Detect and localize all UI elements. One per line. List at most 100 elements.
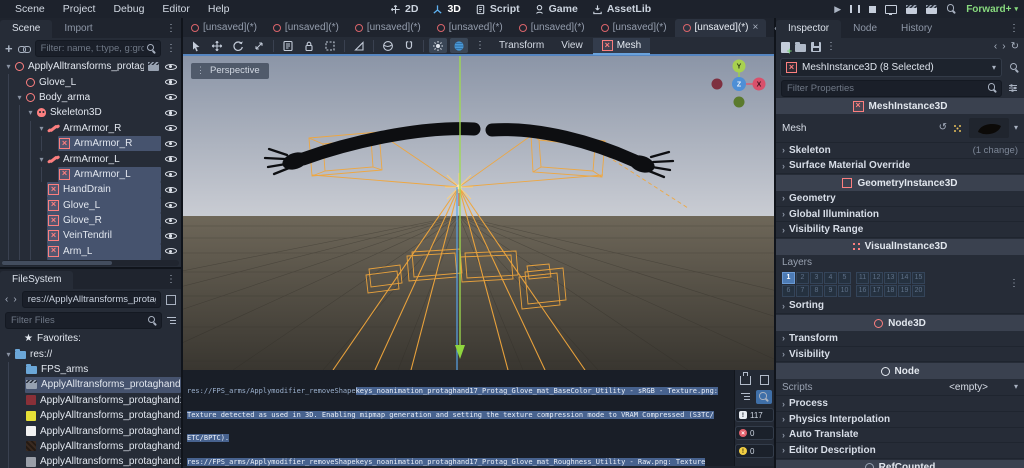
layer-toggle[interactable]: 20	[912, 284, 925, 297]
scene-tree-hscrollbar[interactable]	[2, 260, 179, 266]
property-skeleton[interactable]: › Skeleton (1 change)	[776, 143, 1024, 159]
instance-scene-button[interactable]	[17, 44, 31, 54]
dock-menu-icon[interactable]: ⋮	[161, 24, 181, 38]
menu-help[interactable]: Help	[201, 2, 237, 16]
pause-button[interactable]	[850, 5, 861, 13]
close-icon[interactable]: ×	[752, 22, 758, 33]
snap-toggle-button[interactable]	[400, 38, 418, 53]
section-geometryinstance3d[interactable]: GeometryInstance3D	[776, 174, 1024, 192]
tree-node[interactable]: ▾ Body_arma	[0, 89, 181, 106]
layer-toggle[interactable]: 9	[824, 284, 837, 297]
tab-scene[interactable]: Scene	[0, 20, 53, 38]
visibility-eye-icon[interactable]	[165, 230, 177, 241]
layer-toggle[interactable]: 16	[856, 284, 869, 297]
section-visualinstance3d[interactable]: VisualInstance3D	[776, 237, 1024, 255]
layer-toggle[interactable]: 15	[912, 271, 925, 284]
property-process[interactable]: › Process	[776, 396, 1024, 412]
layer-toggle[interactable]: 11	[856, 271, 869, 284]
layer-toggle[interactable]: 18	[884, 284, 897, 297]
section-refcounted[interactable]: RefCounted	[776, 458, 1024, 468]
layer-toggle[interactable]: 10	[838, 284, 851, 297]
property-visibility[interactable]: › Visibility	[776, 347, 1024, 363]
tab-inspector[interactable]: Inspector	[776, 20, 842, 38]
tree-node-selected[interactable]: ArmArmor_L	[0, 166, 181, 183]
menu-project[interactable]: Project	[56, 2, 103, 16]
save-resource-button[interactable]	[811, 42, 821, 52]
search-log-button[interactable]	[756, 390, 772, 404]
history-forward-icon[interactable]: ›	[1002, 42, 1005, 52]
layer-toggle[interactable]: 1	[782, 271, 795, 284]
transform-menu[interactable]: Transform	[492, 40, 551, 51]
move-tool-button[interactable]	[208, 38, 226, 53]
file-item[interactable]: ApplyAlltransforms_protaghand17_...	[0, 392, 181, 408]
visibility-eye-icon[interactable]	[165, 77, 177, 88]
output-log-text[interactable]: res://FPS_arms/Applymodifier_removeShape…	[183, 370, 734, 466]
property-auto-translate[interactable]: › Auto Translate	[776, 428, 1024, 444]
property-editor-description[interactable]: › Editor Description	[776, 443, 1024, 459]
scene-tab[interactable]: [unsaved](*)	[593, 19, 675, 37]
layer-toggle[interactable]: 17	[870, 284, 883, 297]
file-item[interactable]: ApplyAlltransforms_protaghand17_...	[0, 438, 181, 455]
current-path-input[interactable]	[22, 292, 160, 307]
nav-forward-icon[interactable]: ›	[13, 294, 16, 305]
visibility-eye-icon[interactable]	[165, 169, 177, 180]
property-global-illumination[interactable]: › Global Illumination	[776, 207, 1024, 223]
file-filter-input[interactable]	[6, 313, 161, 328]
folder-item-res[interactable]: ▾ res://	[0, 346, 181, 361]
visibility-eye-icon[interactable]	[165, 123, 177, 134]
scene-tree-menu-icon[interactable]: ⋮	[166, 43, 176, 54]
mesh-menu[interactable]: Mesh	[592, 38, 651, 55]
layer-toggle[interactable]: 14	[898, 271, 911, 284]
warning-count-badge[interactable]: ! 0	[735, 444, 774, 458]
play-button[interactable]: ▶	[834, 4, 841, 14]
dock-menu-icon[interactable]: ⋮	[1004, 24, 1024, 38]
copy-log-button[interactable]	[756, 373, 772, 387]
movie-maker-button[interactable]	[946, 4, 957, 15]
tree-node-selected[interactable]: VeinTendril	[0, 228, 181, 244]
tree-node-selected[interactable]: Glove_R	[0, 212, 181, 229]
favorites-item[interactable]: ★ Favorites:	[0, 331, 181, 346]
history-back-icon[interactable]: ‹	[994, 42, 997, 52]
load-resource-button[interactable]	[795, 42, 806, 52]
scene-tab[interactable]: [unsaved](*)	[265, 19, 347, 37]
tree-node-selected[interactable]: Glove_L	[0, 197, 181, 213]
layer-toggle[interactable]: 5	[838, 271, 851, 284]
tree-node[interactable]: ▾ Skeleton3D	[0, 105, 181, 121]
play-custom-scene-button[interactable]	[926, 4, 938, 14]
select-tool-button[interactable]	[187, 38, 205, 53]
view-menu[interactable]: View	[554, 40, 590, 51]
scene-tab[interactable]: [unsaved](*)	[511, 19, 593, 37]
visibility-eye-icon[interactable]	[165, 246, 177, 257]
folder-item[interactable]: FPS_arms	[0, 361, 181, 378]
collapse-log-button[interactable]	[737, 390, 753, 404]
scale-tool-button[interactable]	[250, 38, 268, 53]
play-scene-button[interactable]	[906, 4, 918, 14]
lock-selected-button[interactable]	[300, 38, 318, 53]
scripts-value[interactable]: <empty>	[949, 382, 988, 393]
expand-caret[interactable]: ▾	[14, 93, 25, 102]
visibility-eye-icon[interactable]	[165, 200, 177, 211]
tree-node-root[interactable]: ▾ ApplyAlltransforms_protaghand	[0, 59, 181, 74]
workspace-game-button[interactable]: Game	[534, 3, 578, 15]
visibility-eye-icon[interactable]	[165, 92, 177, 103]
property-filter-input[interactable]	[782, 80, 1001, 96]
layer-toggle[interactable]: 3	[810, 271, 823, 284]
section-meshinstance3d[interactable]: MeshInstance3D	[776, 97, 1024, 114]
nav-back-icon[interactable]: ‹	[5, 294, 8, 305]
scene-tab[interactable]: [unsaved](*)	[429, 19, 511, 37]
menu-scene[interactable]: Scene	[8, 2, 52, 16]
viewport-3d[interactable]: Y X Z ⋮ Perspective	[183, 56, 774, 370]
file-item[interactable]: ApplyAlltransforms_protaghand17_...	[0, 423, 181, 439]
layer-toggle[interactable]: 6	[782, 284, 795, 297]
resource-menu-icon[interactable]: ⋮	[826, 42, 836, 52]
expand-caret[interactable]: ▾	[3, 350, 14, 359]
property-transform[interactable]: › Transform	[776, 331, 1024, 347]
layer-toggle[interactable]: 8	[810, 284, 823, 297]
preview-environment-toggle[interactable]	[450, 38, 468, 53]
preview-sun-toggle[interactable]	[429, 38, 447, 53]
workspace-assetlib-button[interactable]: AssetLib	[592, 3, 651, 15]
layer-toggle[interactable]: 4	[824, 271, 837, 284]
clear-log-button[interactable]	[737, 371, 753, 387]
workspace-3d-button[interactable]: 3D	[432, 3, 461, 15]
new-resource-button[interactable]	[781, 41, 792, 56]
